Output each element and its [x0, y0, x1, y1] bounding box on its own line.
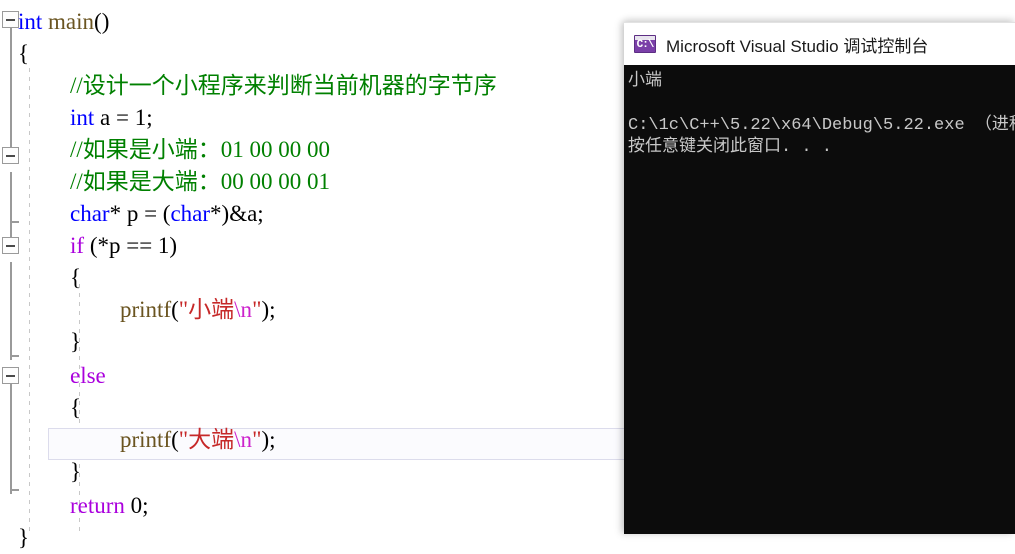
- code-line[interactable]: {: [0, 38, 29, 70]
- code-token: a =: [94, 105, 135, 130]
- code-token: * p = (: [109, 201, 171, 226]
- code-token: if: [70, 233, 85, 258]
- code-token: else: [70, 363, 106, 388]
- code-token: );: [261, 427, 276, 452]
- code-token: printf: [120, 297, 172, 322]
- console-output-area[interactable]: 小端 C:\1c\C++\5.22\x64\Debug\5.22.exe （进程按…: [624, 65, 1015, 534]
- code-line[interactable]: char* p = (char*)&a;: [0, 198, 264, 230]
- console-output-line: 小端: [628, 72, 662, 91]
- console-output-line: C:\1c\C++\5.22\x64\Debug\5.22.exe （进程: [628, 116, 1015, 135]
- code-line[interactable]: int a = 1;: [0, 102, 153, 134]
- code-token: char: [70, 201, 110, 226]
- code-line[interactable]: return 0;: [0, 490, 149, 522]
- code-token: (: [171, 297, 179, 322]
- code-token: *)&a;: [210, 201, 264, 226]
- debug-console-window[interactable]: C:\ Microsoft Visual Studio 调试控制台 小端 C:\1…: [624, 22, 1015, 534]
- console-title: Microsoft Visual Studio 调试控制台: [666, 36, 929, 56]
- code-token: char: [170, 201, 211, 226]
- code-token: );: [261, 297, 276, 322]
- code-token: //如果是大端：00 00 00 01: [70, 169, 331, 194]
- code-token: "大端: [178, 427, 235, 452]
- code-token: main: [48, 9, 95, 34]
- code-token: printf: [120, 427, 172, 452]
- code-line[interactable]: else: [0, 360, 106, 392]
- code-token: return: [70, 493, 125, 518]
- code-line[interactable]: printf("小端\n");: [0, 294, 276, 326]
- code-token: {: [70, 265, 82, 290]
- code-line[interactable]: //如果是小端：01 00 00 00: [0, 134, 330, 166]
- code-line[interactable]: //如果是大端：00 00 00 01: [0, 166, 330, 198]
- code-line[interactable]: }: [0, 326, 81, 358]
- code-token: int: [70, 105, 95, 130]
- code-line[interactable]: {: [0, 392, 81, 424]
- console-icon: C:\: [634, 35, 656, 53]
- code-token: }: [18, 525, 30, 550]
- code-line[interactable]: }: [0, 522, 29, 554]
- console-output-line: 按任意键关闭此窗口. . .: [628, 138, 833, 157]
- code-token: ): [169, 233, 178, 258]
- code-token: ;: [142, 493, 149, 518]
- code-token: 1: [157, 233, 170, 258]
- code-token: 0: [130, 493, 143, 518]
- code-line[interactable]: }: [0, 456, 81, 488]
- code-token: (: [171, 427, 179, 452]
- code-line[interactable]: printf("大端\n");: [0, 424, 276, 456]
- code-line[interactable]: {: [0, 262, 81, 294]
- code-token: \n: [234, 427, 253, 452]
- code-token: ;: [146, 105, 153, 130]
- code-token: int: [18, 9, 43, 34]
- code-token: (): [94, 9, 110, 34]
- console-icon-glyph: C:\: [636, 38, 655, 51]
- code-token: }: [70, 459, 82, 484]
- console-titlebar[interactable]: C:\ Microsoft Visual Studio 调试控制台: [624, 22, 1015, 65]
- code-line[interactable]: int main(): [0, 6, 109, 38]
- code-token: 1: [134, 105, 147, 130]
- code-token: \n: [234, 297, 253, 322]
- code-token: //设计一个小程序来判断当前机器的字节序: [70, 73, 497, 98]
- code-token: }: [70, 329, 82, 354]
- code-token: //如果是小端：01 00 00 00: [70, 137, 331, 162]
- code-line[interactable]: //设计一个小程序来判断当前机器的字节序: [0, 70, 497, 102]
- code-token: {: [18, 41, 30, 66]
- code-token: {: [70, 395, 82, 420]
- code-token: (*p ==: [84, 233, 158, 258]
- code-line[interactable]: if (*p == 1): [0, 230, 177, 262]
- code-token: "小端: [178, 297, 235, 322]
